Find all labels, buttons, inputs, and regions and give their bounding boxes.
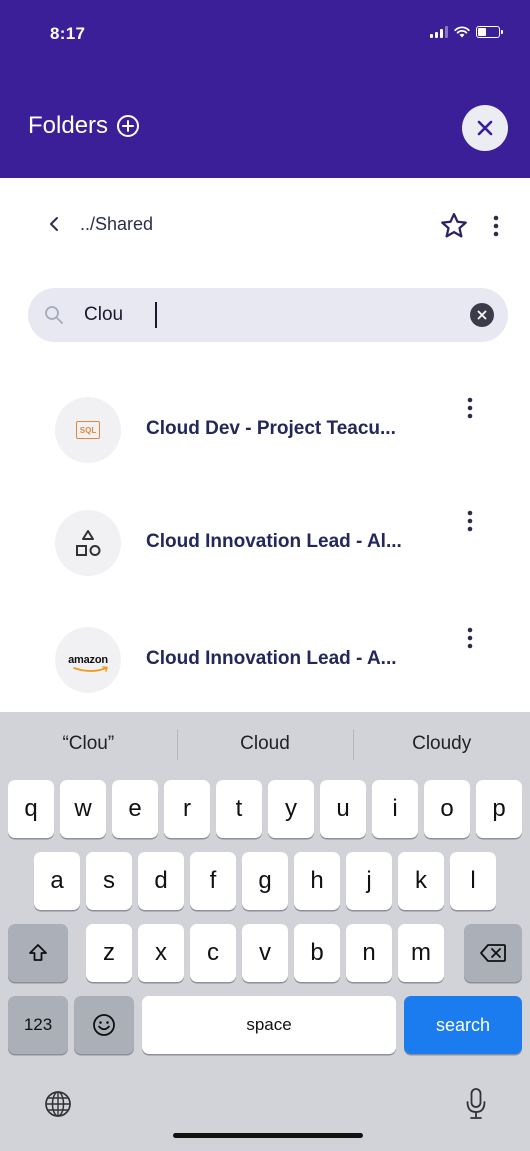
text-caret	[155, 302, 157, 328]
back-button[interactable]	[42, 212, 66, 236]
key-q[interactable]: q	[8, 780, 54, 838]
amazon-text: amazon	[68, 654, 108, 666]
amazon-wordmark: amazon	[68, 654, 108, 672]
numbers-key[interactable]: 123	[8, 996, 68, 1054]
key-s[interactable]: s	[86, 852, 132, 910]
chevron-left-icon	[50, 217, 58, 231]
list-item[interactable]: Cloud Innovation Lead - Al...	[0, 503, 530, 583]
globe-icon	[45, 1091, 71, 1117]
home-indicator	[173, 1133, 363, 1138]
key-h[interactable]: h	[294, 852, 340, 910]
key-n[interactable]: n	[346, 924, 392, 982]
shift-icon	[29, 944, 47, 961]
key-b[interactable]: b	[294, 924, 340, 982]
item-more-button[interactable]	[458, 620, 482, 656]
key-l[interactable]: l	[450, 852, 496, 910]
more-vertical-icon	[467, 627, 473, 649]
page-title: Folders	[28, 112, 109, 139]
search-key[interactable]: search	[404, 996, 522, 1054]
breadcrumb: ../Shared	[0, 200, 530, 250]
shapes-glyph-icon	[76, 530, 101, 556]
list-item-title[interactable]: Cloud Innovation Lead - Al...	[146, 531, 436, 553]
status-time: 8:17	[50, 24, 86, 43]
app-header: 8:17 Folders	[0, 0, 530, 178]
key-r[interactable]: r	[164, 780, 210, 838]
emoji-key[interactable]	[74, 996, 134, 1054]
close-icon	[477, 120, 493, 136]
key-o[interactable]: o	[424, 780, 470, 838]
item-more-button[interactable]	[458, 503, 482, 539]
favorite-button[interactable]	[436, 208, 472, 244]
backspace-icon	[480, 944, 506, 962]
shift-key[interactable]	[8, 924, 68, 982]
key-t[interactable]: t	[216, 780, 262, 838]
folder-more-button[interactable]	[484, 208, 508, 244]
star-icon	[441, 213, 467, 238]
key-d[interactable]: d	[138, 852, 184, 910]
key-u[interactable]: u	[320, 780, 366, 838]
delete-key[interactable]	[464, 924, 522, 982]
key-x[interactable]: x	[138, 924, 184, 982]
key-y[interactable]: y	[268, 780, 314, 838]
suggestion-item[interactable]: Cloud	[176, 712, 354, 776]
keyboard-suggestions: “Clou” Cloud Cloudy	[0, 712, 530, 776]
keyboard: “Clou” Cloud Cloudy q w e r t y u i o p …	[0, 712, 530, 1151]
breadcrumb-path[interactable]: ../Shared	[80, 214, 153, 235]
search-input[interactable]	[84, 300, 464, 330]
search-bar	[28, 288, 508, 342]
key-i[interactable]: i	[372, 780, 418, 838]
key-w[interactable]: w	[60, 780, 106, 838]
more-vertical-icon	[467, 510, 473, 532]
wifi-icon	[454, 26, 470, 38]
key-f[interactable]: f	[190, 852, 236, 910]
add-folder-icon[interactable]	[116, 114, 140, 138]
key-e[interactable]: e	[112, 780, 158, 838]
clear-icon	[477, 310, 487, 320]
key-g[interactable]: g	[242, 852, 288, 910]
sql-icon: SQL	[55, 397, 121, 463]
clear-search-button[interactable]	[470, 303, 494, 327]
list-item-title[interactable]: Cloud Dev - Project Teacu...	[146, 418, 436, 440]
sql-badge: SQL	[76, 421, 100, 439]
key-v[interactable]: v	[242, 924, 288, 982]
key-a[interactable]: a	[34, 852, 80, 910]
key-m[interactable]: m	[398, 924, 444, 982]
key-z[interactable]: z	[86, 924, 132, 982]
status-icons	[430, 26, 503, 38]
more-vertical-icon	[493, 215, 499, 237]
item-more-button[interactable]	[458, 390, 482, 426]
list-item[interactable]: amazon Cloud Innovation Lead - A...	[0, 620, 530, 700]
suggestion-item[interactable]: “Clou”	[0, 712, 177, 776]
emoji-icon	[93, 1014, 115, 1036]
key-c[interactable]: c	[190, 924, 236, 982]
battery-icon	[476, 26, 503, 38]
microphone-icon	[466, 1088, 486, 1119]
key-k[interactable]: k	[398, 852, 444, 910]
shapes-icon	[55, 510, 121, 576]
search-icon	[45, 306, 63, 324]
microphone-button[interactable]	[460, 1084, 492, 1124]
title-row: Folders	[28, 112, 140, 140]
signal-icon	[430, 26, 448, 38]
key-p[interactable]: p	[476, 780, 522, 838]
more-vertical-icon	[467, 397, 473, 419]
key-j[interactable]: j	[346, 852, 392, 910]
suggestion-item[interactable]: Cloudy	[353, 712, 530, 776]
list-item[interactable]: SQL Cloud Dev - Project Teacu...	[0, 390, 530, 470]
list-item-title[interactable]: Cloud Innovation Lead - A...	[146, 648, 436, 670]
close-button[interactable]	[462, 105, 508, 151]
globe-button[interactable]	[40, 1086, 76, 1122]
space-key[interactable]: space	[142, 996, 396, 1054]
amazon-smile-icon	[73, 666, 109, 672]
amazon-logo: amazon	[55, 627, 121, 693]
